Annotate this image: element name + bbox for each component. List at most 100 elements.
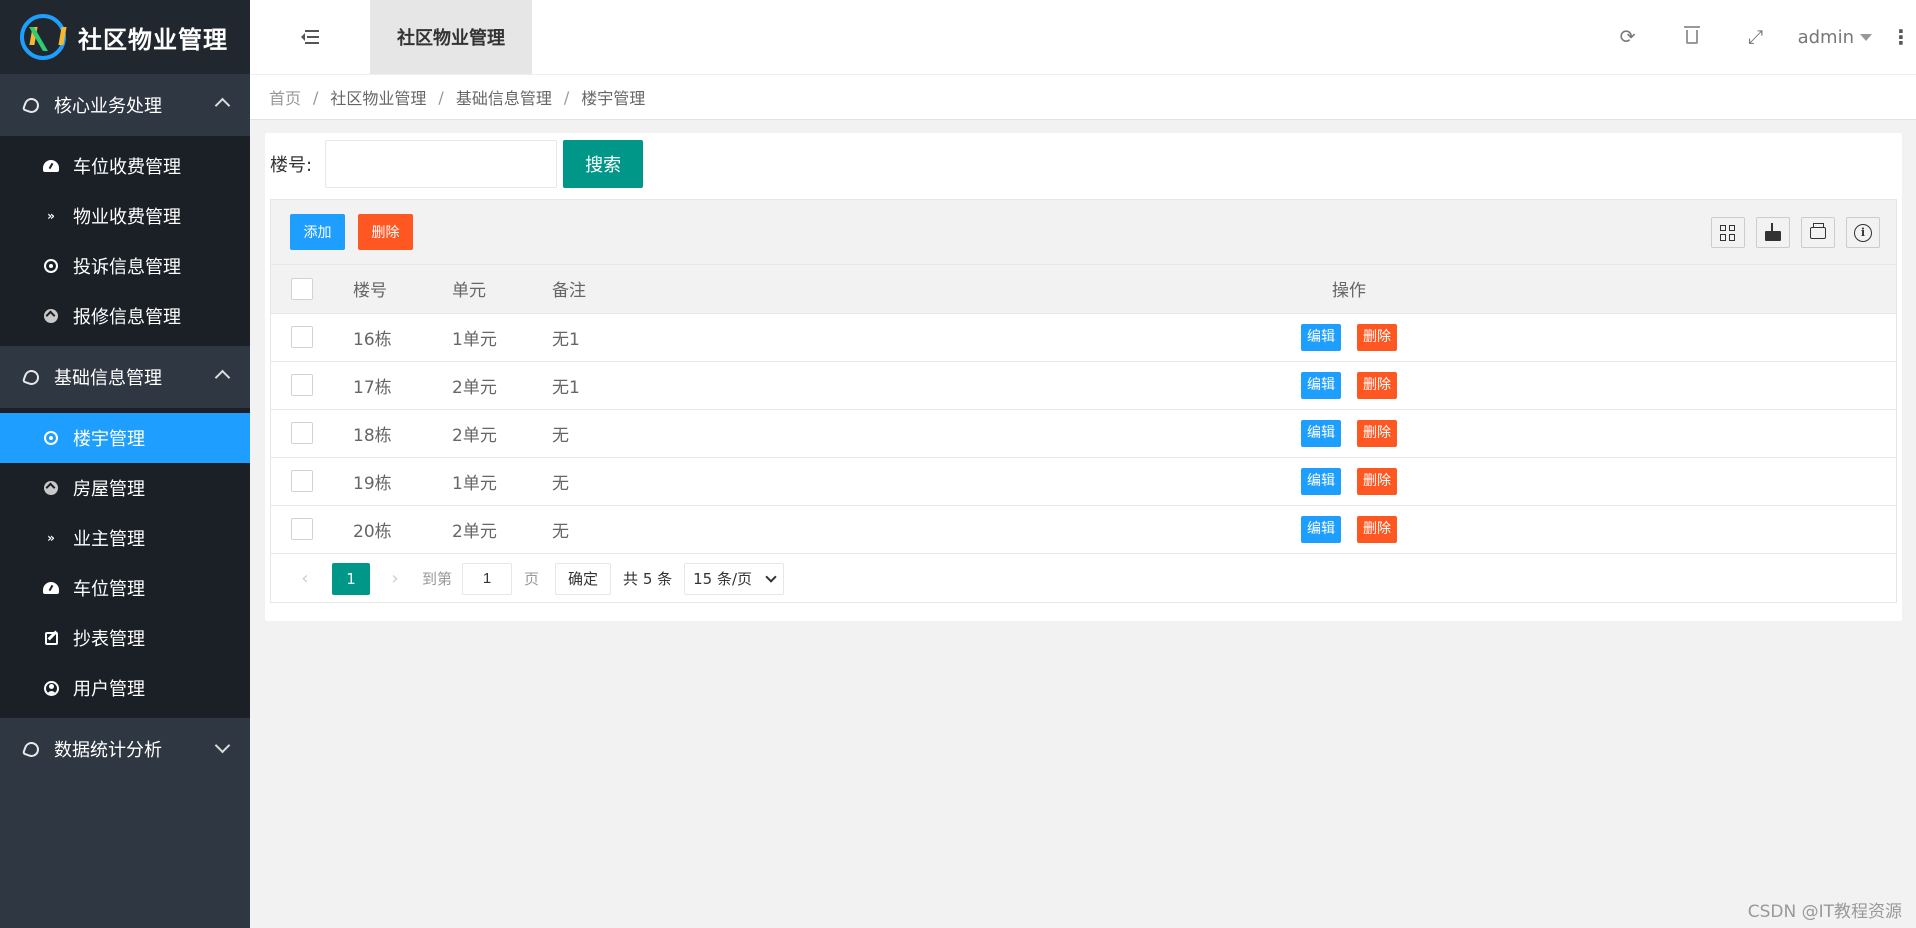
logo[interactable]: 社区物业管理 [0,0,250,74]
trash-icon [1683,26,1700,44]
user-menu[interactable]: admin [1788,27,1886,48]
sidebar-item-label: 车位管理 [73,579,145,600]
data-table: 添加 删除 i 楼号 单元 备注 操作 16栋 1单元 无1 编辑 删除 17栋… [270,199,1897,603]
sidebar-item-label: 物业收费管理 [73,207,181,228]
more-button[interactable]: ⋮ [1886,0,1916,74]
goto-page-input[interactable] [462,562,513,595]
search-button[interactable]: 搜索 [563,140,644,188]
total-count: 共 5 条 [623,570,673,588]
edit-button[interactable]: 编辑 [1301,323,1341,351]
sidebar-item-users[interactable]: 用户管理 [0,663,250,713]
refresh-button[interactable]: ⟳ [1596,0,1660,74]
building-label: 楼号: [270,155,313,176]
table-toolbar: 添加 删除 i [271,200,1896,265]
cell-note: 无 [552,521,569,542]
delete-button[interactable]: 删除 [1357,323,1397,351]
chevron-up-icon [214,97,231,114]
fullscreen-button[interactable]: ⤢ [1724,0,1788,74]
menu-toggle-button[interactable] [250,0,370,74]
row-checkbox[interactable] [291,374,313,396]
cell-unit: 1单元 [452,329,497,350]
sidebar-item-property-fee[interactable]: » 物业收费管理 [0,191,250,241]
breadcrumb-item[interactable]: 基础信息管理 [456,85,552,109]
sidebar-group-stats[interactable]: 数据统计分析 [0,718,250,780]
edit-button[interactable]: 编辑 [1301,371,1341,399]
user-icon [43,680,59,696]
column-header-building[interactable]: 楼号 [353,265,452,313]
delete-button[interactable]: 删除 [1357,515,1397,543]
cell-note: 无1 [552,329,580,350]
sidebar-item-parking[interactable]: 车位管理 [0,563,250,613]
select-all-cell [271,265,353,313]
sidebar-item-label: 用户管理 [73,679,145,700]
sidebar-item-meter-reading[interactable]: 抄表管理 [0,613,250,663]
info-button[interactable]: i [1846,217,1880,248]
grid-icon [1720,224,1736,241]
cell-building: 18栋 [353,425,392,446]
top-header: 社区物业管理 ⟳ ⤢ admin ⋮ [250,0,1916,74]
prev-page-button[interactable]: ‹ [290,564,320,594]
gauge-icon [43,580,59,596]
clear-cache-button[interactable] [1660,0,1724,74]
sidebar-group-basic[interactable]: 基础信息管理 [0,346,250,408]
next-page-button[interactable]: › [380,564,410,594]
batch-delete-button[interactable]: 删除 [358,214,413,250]
table-row: 18栋 2单元 无 编辑 删除 [271,409,1896,457]
page-size-select[interactable]: 15 条/页 [684,562,785,595]
print-button[interactable] [1801,217,1835,248]
row-checkbox[interactable] [291,326,313,348]
row-checkbox[interactable] [291,470,313,492]
sidebar-item-parking-fee[interactable]: 车位收费管理 [0,141,250,191]
leaf-icon [21,739,42,759]
cell-unit: 1单元 [452,473,497,494]
breadcrumb-item[interactable]: 社区物业管理 [330,85,426,109]
edit-button[interactable]: 编辑 [1301,467,1341,495]
select-all-checkbox[interactable] [291,277,313,300]
gauge-icon [43,158,59,174]
breadcrumb-home[interactable]: 首页 [269,85,301,109]
sidebar-group-label: 数据统计分析 [54,740,162,761]
sidebar-item-label: 楼宇管理 [73,429,145,450]
user-name: admin [1797,26,1854,48]
delete-button[interactable]: 删除 [1357,467,1397,495]
info-icon: i [1854,223,1872,242]
header-tab[interactable]: 社区物业管理 [370,0,532,74]
table-row: 19栋 1单元 无 编辑 删除 [271,457,1896,505]
page-number-current[interactable]: 1 [332,562,370,595]
up-circle-icon [43,480,59,496]
column-header-note[interactable]: 备注 [552,265,982,313]
cell-building: 16栋 [353,329,392,350]
header-actions: ⟳ ⤢ admin ⋮ [1596,0,1916,74]
sidebar: 社区物业管理 核心业务处理 车位收费管理 » 物业收费管理 投诉信息管理 报修信… [0,0,250,928]
content-card: 楼号: 搜索 添加 删除 i 楼号 单元 备注 操作 16栋 1单元 无1 编辑… [265,133,1902,621]
refresh-icon: ⟳ [1619,26,1636,48]
sidebar-item-repairs[interactable]: 报修信息管理 [0,291,250,341]
cell-note: 无 [552,425,569,446]
export-button[interactable] [1756,217,1790,248]
column-header-unit[interactable]: 单元 [452,265,552,313]
cell-building: 20栋 [353,521,392,542]
add-button[interactable]: 添加 [290,214,345,250]
up-circle-icon [43,308,59,324]
goto-confirm-button[interactable]: 确定 [555,562,612,595]
edit-button[interactable]: 编辑 [1301,419,1341,447]
sidebar-item-complaints[interactable]: 投诉信息管理 [0,241,250,291]
page-size-value: 15 条/页 [693,570,753,588]
table-header-row: 楼号 单元 备注 操作 [271,265,1896,313]
cell-unit: 2单元 [452,521,497,542]
cell-building: 19栋 [353,473,392,494]
sidebar-item-buildings[interactable]: 楼宇管理 [0,413,250,463]
cell-building: 17栋 [353,377,392,398]
sidebar-item-owners[interactable]: » 业主管理 [0,513,250,563]
row-checkbox[interactable] [291,422,313,444]
chevron-up-icon [214,369,231,386]
building-search-input[interactable] [325,140,558,188]
columns-filter-button[interactable] [1711,217,1745,248]
sidebar-item-houses[interactable]: 房屋管理 [0,463,250,513]
edit-button[interactable]: 编辑 [1301,515,1341,543]
delete-button[interactable]: 删除 [1357,371,1397,399]
row-checkbox[interactable] [291,518,313,541]
sidebar-group-core[interactable]: 核心业务处理 [0,74,250,136]
target-icon [43,430,59,446]
delete-button[interactable]: 删除 [1357,419,1397,447]
